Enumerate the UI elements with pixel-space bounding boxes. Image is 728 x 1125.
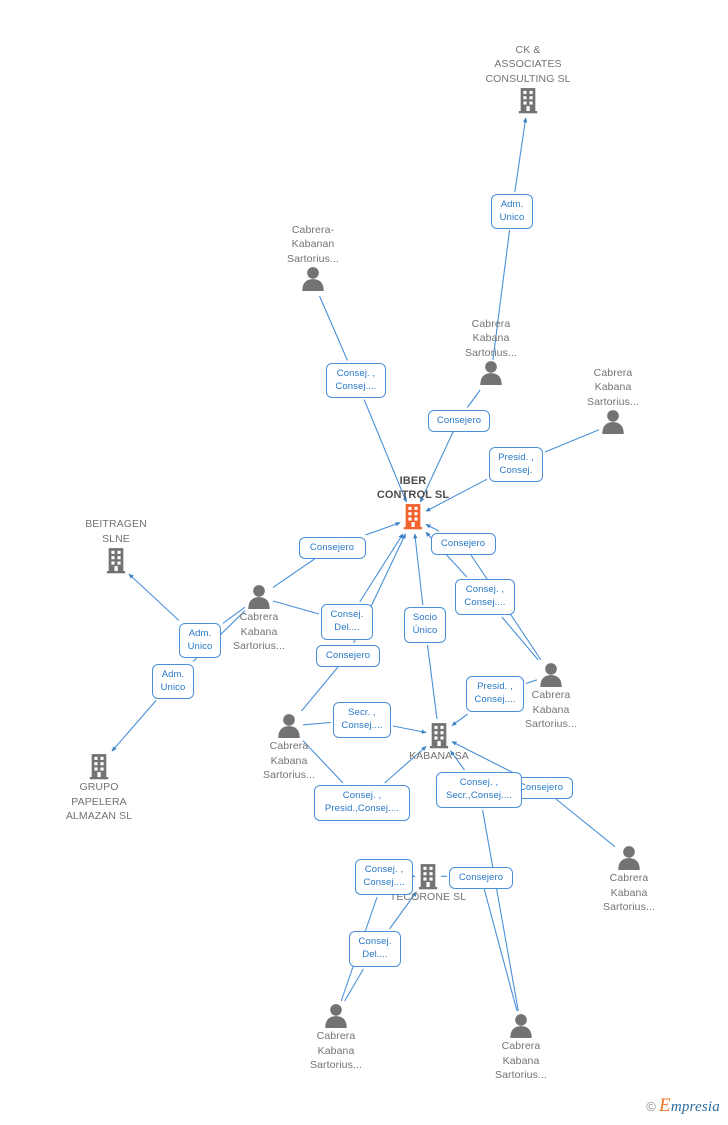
relation-label-r13[interactable]: Presid. , Consej....	[466, 676, 524, 712]
node-label: Cabrera Kabana Sartorius...	[465, 317, 517, 359]
building-icon	[39, 752, 159, 780]
relation-label-r4[interactable]: Presid. , Consej.	[489, 446, 543, 482]
node-label: KABANA SA	[409, 750, 469, 762]
relation-label-r11[interactable]: Consejero	[316, 645, 380, 667]
node-label: Cabrera Kabana Sartorius...	[495, 1040, 547, 1081]
person-icon	[553, 409, 673, 435]
node-label: BEITRAGEN SLNE	[85, 518, 147, 545]
relation-label-r16[interactable]: Consej. , Secr.,Consej....	[436, 772, 522, 808]
graph-node-iber[interactable]: IBER CONTROL SL	[353, 474, 473, 530]
graph-edge	[413, 533, 424, 606]
building-icon	[353, 502, 473, 530]
node-label: Cabrera Kabana Sartorius...	[310, 1030, 362, 1071]
person-icon	[199, 584, 319, 610]
graph-edge	[555, 798, 616, 848]
empresia-watermark: © Empresia	[646, 1095, 720, 1117]
person-icon	[461, 1013, 581, 1039]
graph-edge	[359, 533, 404, 603]
graph-edge	[466, 389, 481, 408]
building-icon	[468, 86, 588, 114]
graph-node-p_top_left[interactable]: Cabrera- Kabanan Sartorius...	[253, 223, 373, 293]
graph-node-p_top_mid[interactable]: Cabrera Kabana Sartorius...	[431, 317, 551, 387]
graph-edge	[111, 700, 157, 752]
building-icon	[379, 721, 499, 749]
person-icon	[229, 713, 349, 739]
relation-label-r3[interactable]: Consejero	[428, 409, 490, 432]
relation-label-r2[interactable]: Consej. , Consej....	[326, 362, 386, 398]
relation-label-r20[interactable]: Consej. Del....	[349, 931, 401, 967]
graph-edge	[128, 573, 180, 621]
graph-node-beitragen[interactable]: BEITRAGEN SLNE	[56, 517, 176, 574]
graph-node-kabana[interactable]: KABANA SA	[379, 721, 499, 764]
relation-label-r6[interactable]: Consejero	[430, 533, 496, 555]
brand-initial: E	[659, 1095, 671, 1116]
relation-label-r19[interactable]: Consejero	[449, 867, 513, 889]
brand-name: mpresia	[670, 1099, 720, 1115]
relationship-graph-canvas: CK & ASSOCIATES CONSULTING SL Cabrera- Ka…	[0, 0, 728, 1125]
graph-edge	[482, 809, 519, 1012]
graph-edge	[501, 616, 539, 661]
node-label: Cabrera- Kabanan Sartorius...	[287, 223, 339, 265]
node-label: IBER CONTROL SL	[376, 475, 450, 501]
graph-node-p_bot_1[interactable]: Cabrera Kabana Sartorius...	[276, 1003, 396, 1073]
graph-node-grupo[interactable]: GRUPO PAPELERA ALMAZAN SL	[39, 752, 159, 824]
graph-edge	[344, 968, 364, 1002]
graph-node-p_right_2[interactable]: Cabrera Kabana Sartorius...	[569, 845, 689, 915]
graph-node-p_bot_2[interactable]: Cabrera Kabana Sartorius...	[461, 1013, 581, 1083]
graph-node-p_top_right[interactable]: Cabrera Kabana Sartorius...	[553, 366, 673, 436]
graph-node-ck[interactable]: CK & ASSOCIATES CONSULTING SL	[468, 43, 588, 115]
graph-edge	[426, 644, 438, 720]
relation-label-r1[interactable]: Adm. Unico	[491, 194, 533, 229]
relation-label-r7[interactable]: Consej. , Consej....	[455, 579, 515, 615]
relation-label-r14[interactable]: Secr. , Consej....	[333, 702, 391, 738]
relation-label-r8[interactable]: Adm. Unico	[179, 622, 221, 658]
node-label: GRUPO PAPELERA ALMAZAN SL	[65, 781, 133, 822]
node-label: Cabrera Kabana Sartorius...	[587, 366, 639, 408]
relation-label-r12[interactable]: Adm. Unico	[152, 663, 194, 699]
building-icon	[56, 546, 176, 574]
node-label: Cabrera Kabana Sartorius...	[603, 872, 655, 913]
relation-label-r17[interactable]: Consej. , Presid.,Consej....	[314, 785, 410, 821]
graph-edge	[514, 117, 528, 193]
person-icon	[253, 266, 373, 292]
relation-label-r18[interactable]: Consej. , Consej....	[355, 859, 413, 895]
graph-edge	[318, 295, 349, 361]
node-label: CK & ASSOCIATES CONSULTING SL	[485, 43, 571, 85]
graph-node-p_left_2[interactable]: Cabrera Kabana Sartorius...	[229, 713, 349, 783]
relation-label-r10[interactable]: Socio Único	[404, 607, 446, 643]
person-icon	[431, 360, 551, 386]
graph-edge	[301, 666, 339, 712]
node-label: Cabrera Kabana Sartorius...	[263, 740, 315, 781]
person-icon	[276, 1003, 396, 1029]
relation-label-r9[interactable]: Consej. Del....	[321, 604, 373, 640]
relation-label-r5[interactable]: Consejero	[298, 537, 366, 559]
copyright-symbol: ©	[646, 1099, 656, 1114]
person-icon	[569, 845, 689, 871]
graph-edge	[483, 888, 518, 1012]
